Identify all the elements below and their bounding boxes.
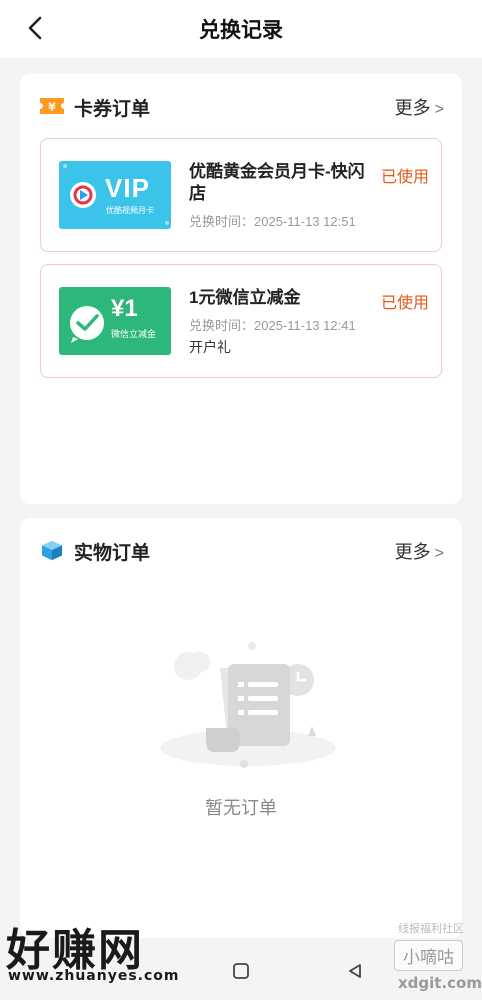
- vip-card-thumbnail: VIP 优酷视频月卡: [59, 161, 171, 229]
- status-badge: 已使用: [380, 169, 429, 186]
- more-link[interactable]: 更多 >: [395, 94, 444, 120]
- empty-state-text: 暂无订单: [205, 798, 277, 818]
- order-time: 兑换时间：2025-11-13 12:41: [189, 318, 356, 333]
- wechat-card-thumbnail: ¥1 微信立减金: [59, 287, 171, 355]
- page-title: 兑换记录: [199, 19, 283, 42]
- section-title: 实物订单: [74, 543, 151, 564]
- chevron-right-icon: >: [434, 101, 444, 118]
- empty-orders-illustration: [160, 642, 336, 768]
- thumb-subtitle: 优酷视频月卡: [106, 206, 154, 215]
- home-square-icon[interactable]: [232, 962, 250, 980]
- more-link[interactable]: 更多 >: [395, 538, 444, 564]
- card-orders-section: ¥ 卡券订单 更多 > VIP 优酷视频月卡 优酷黄金会员月卡-快闪店 兑换时间：…: [20, 74, 462, 504]
- order-time: 兑换时间：2025-11-13 12:51: [189, 214, 356, 229]
- order-name: 1元微信立减金: [189, 288, 301, 307]
- svg-text:¥: ¥: [48, 101, 56, 114]
- status-badge: 已使用: [380, 295, 429, 312]
- watermark-left-url: www.zhuanyes.com: [8, 968, 180, 984]
- more-label: 更多: [394, 98, 431, 118]
- watermark-right-badge: 小嘀咕: [394, 940, 463, 971]
- section-header: 实物订单 更多 >: [38, 536, 444, 566]
- section-title: 卡券订单: [74, 99, 151, 120]
- thumb-title: ¥1: [111, 295, 138, 322]
- order-name: 优酷黄金会员月卡-快闪店: [189, 162, 365, 203]
- chevron-right-icon: >: [434, 545, 444, 562]
- order-item[interactable]: VIP 优酷视频月卡 优酷黄金会员月卡-快闪店 兑换时间：2025-11-13 …: [40, 138, 442, 252]
- package-box-icon: [41, 540, 63, 561]
- more-label: 更多: [394, 542, 431, 562]
- section-header: ¥ 卡券订单 更多 >: [38, 92, 444, 122]
- order-note: 开户礼: [189, 339, 231, 355]
- back-triangle-icon[interactable]: [346, 962, 364, 980]
- top-bar: 兑换记录: [0, 0, 482, 58]
- ticket-icon: ¥: [40, 98, 64, 114]
- thumb-subtitle: 微信立减金: [111, 329, 157, 339]
- physical-orders-section: 实物订单 更多 > 暂无订单: [20, 518, 462, 938]
- thumb-title: VIP: [105, 173, 150, 203]
- order-item[interactable]: ¥1 微信立减金 1元微信立减金 兑换时间：2025-11-13 12:41 开…: [40, 264, 442, 378]
- watermark-right-url: xdgit.com: [398, 974, 482, 992]
- watermark-right-top: 线报福利社区: [398, 922, 464, 935]
